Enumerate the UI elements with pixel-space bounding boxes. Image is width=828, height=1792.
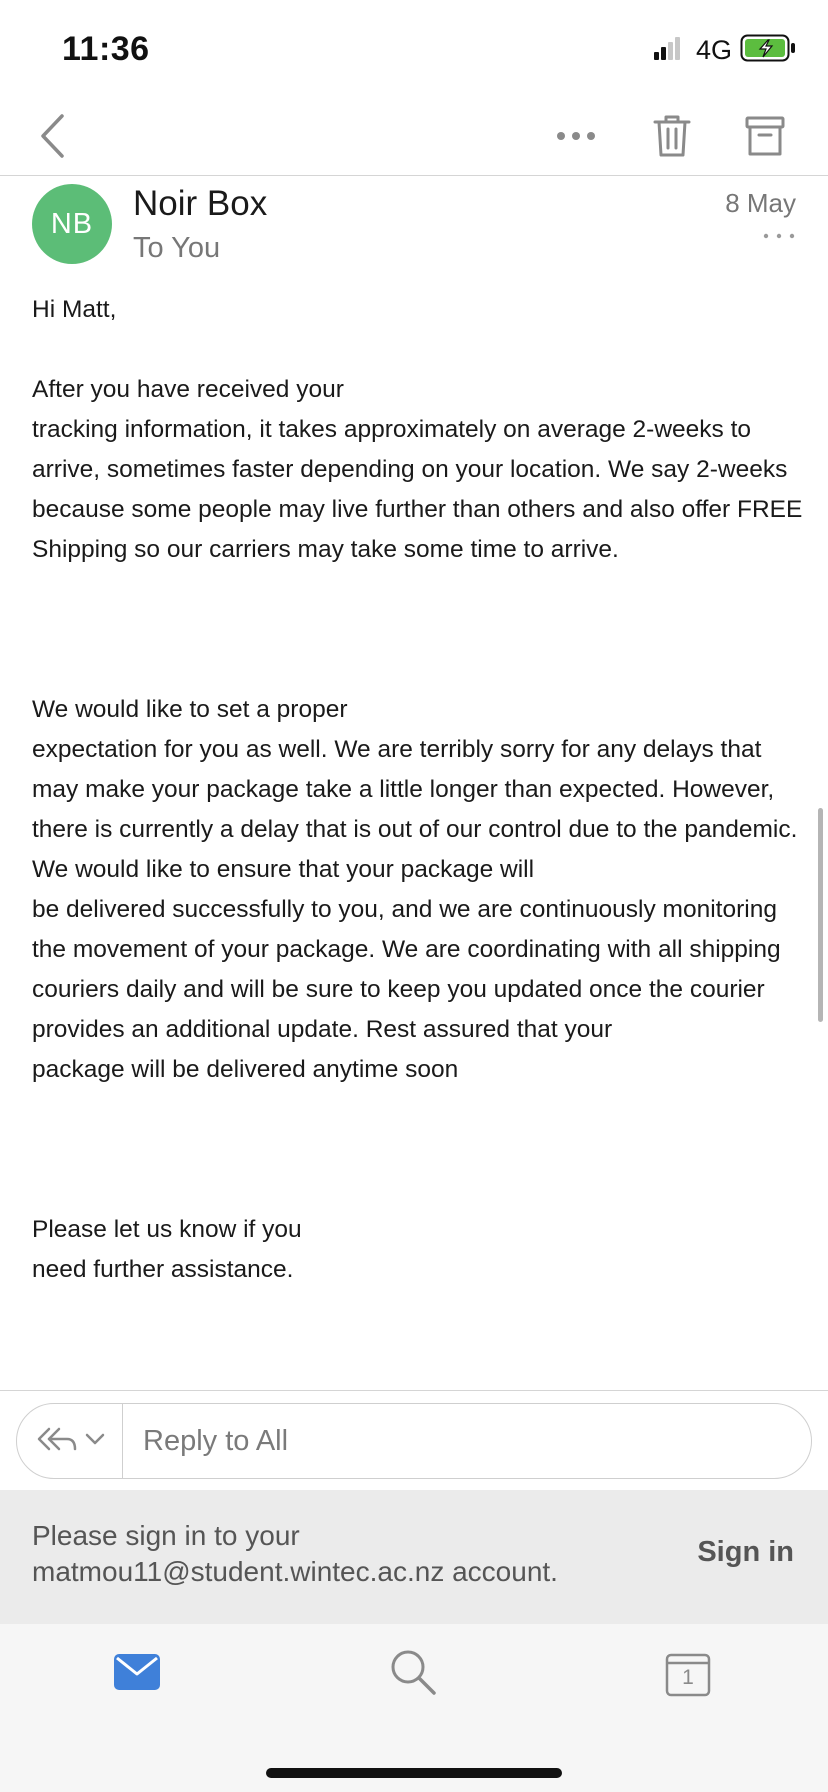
body-paragraph-3: Please let us know if you need further a… (32, 1216, 302, 1283)
network-type: 4G (695, 34, 732, 65)
status-bar: 11:36 4G (0, 0, 828, 96)
greeting: Hi Matt, (32, 296, 117, 323)
mail-icon (113, 1653, 161, 1696)
home-indicator[interactable] (266, 1768, 562, 1778)
message-date: 8 May (725, 188, 796, 218)
reply-type-selector[interactable] (17, 1404, 123, 1478)
archive-icon[interactable] (740, 104, 790, 168)
trash-icon[interactable] (648, 104, 696, 168)
reply-all-icon (35, 1425, 79, 1458)
tab-search[interactable] (383, 1646, 443, 1702)
chevron-left-icon[interactable] (30, 106, 74, 166)
reply-bar (0, 1390, 828, 1490)
avatar[interactable]: NB (32, 184, 112, 264)
reply-field-container (16, 1403, 812, 1479)
status-time: 11:36 (62, 30, 150, 68)
signal-bars-icon (652, 36, 684, 65)
tab-mail[interactable] (107, 1646, 167, 1702)
status-indicators: 4G (652, 34, 796, 66)
signin-banner: Please sign in to your matmou11@student.… (0, 1490, 828, 1624)
tab-bar: 1 (0, 1624, 828, 1792)
battery-charging-icon (740, 34, 796, 67)
search-icon (388, 1647, 438, 1702)
recipient-label[interactable]: To You (133, 232, 220, 265)
reply-input[interactable] (125, 1404, 805, 1478)
nav-bar (0, 96, 828, 176)
sender-name[interactable]: Noir Box (133, 184, 267, 224)
signin-message: Please sign in to your matmou11@student.… (32, 1520, 558, 1587)
message-more-icon[interactable] (762, 226, 796, 246)
signin-button[interactable]: Sign in (697, 1536, 794, 1569)
calendar-icon: 1 (665, 1651, 711, 1697)
message-header: NB Noir Box To You 8 May (0, 176, 828, 276)
tab-calendar[interactable]: 1 (658, 1646, 718, 1702)
scrollbar[interactable] (818, 808, 823, 1022)
body-paragraph-2: We would like to set a proper expectatio… (32, 696, 798, 1083)
body-paragraph-1: After you have received your tracking in… (32, 376, 803, 563)
more-horizontal-icon[interactable] (552, 106, 600, 166)
calendar-day: 1 (682, 1666, 694, 1689)
message-body: Hi Matt, After you have received your tr… (32, 290, 808, 1290)
chevron-down-icon (85, 1432, 105, 1450)
